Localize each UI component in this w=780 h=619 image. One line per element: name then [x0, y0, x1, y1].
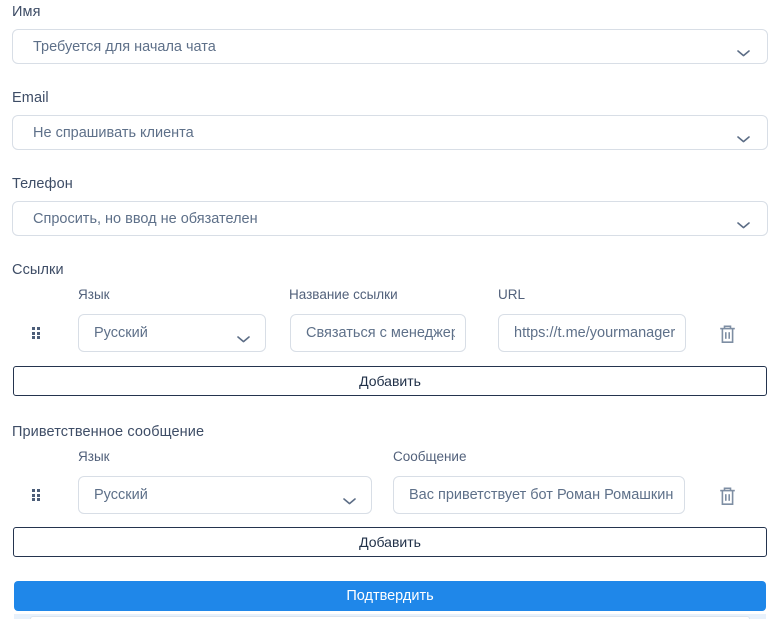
chevron-down-icon — [737, 44, 750, 62]
welcome-row-drag-area[interactable] — [32, 489, 40, 501]
links-language-column-label: Язык — [78, 287, 110, 302]
welcome-language-column-label: Язык — [78, 449, 110, 464]
email-policy-value: Не спрашивать клиента — [33, 125, 194, 141]
link-row-delete-button[interactable] — [719, 325, 736, 344]
welcome-message-column-label: Сообщение — [393, 449, 466, 464]
name-field-label: Имя — [12, 4, 41, 20]
welcome-language-value: Русский — [94, 487, 148, 503]
links-url-column-label: URL — [498, 287, 525, 302]
name-policy-value: Требуется для начала чата — [33, 39, 216, 55]
links-name-column-label: Название ссылки — [289, 287, 398, 302]
link-row-drag-area[interactable] — [32, 327, 40, 339]
links-section-title: Ссылки — [12, 262, 64, 278]
link-url-input[interactable] — [498, 314, 686, 352]
link-language-select[interactable]: Русский — [78, 314, 266, 352]
email-policy-select[interactable]: Не спрашивать клиента — [12, 115, 768, 150]
chevron-down-icon — [343, 492, 356, 510]
submit-button[interactable]: Подтвердить — [14, 581, 766, 611]
link-name-input[interactable] — [290, 314, 466, 352]
drag-handle-icon — [32, 327, 40, 339]
welcome-message-input[interactable] — [393, 476, 685, 514]
welcome-add-button[interactable]: Добавить — [13, 527, 767, 557]
chevron-down-icon — [737, 216, 750, 234]
phone-policy-select[interactable]: Спросить, но ввод не обязателен — [12, 201, 768, 236]
email-field-label: Email — [12, 90, 49, 106]
link-language-value: Русский — [94, 325, 148, 341]
chevron-down-icon — [237, 330, 250, 348]
welcome-section-title: Приветственное сообщение — [12, 424, 204, 440]
trash-icon — [719, 332, 736, 347]
name-policy-select[interactable]: Требуется для начала чата — [12, 29, 768, 64]
links-add-button[interactable]: Добавить — [13, 366, 767, 396]
drag-handle-icon — [32, 489, 40, 501]
phone-field-label: Телефон — [12, 176, 73, 192]
trash-icon — [719, 494, 736, 509]
welcome-language-select[interactable]: Русский — [78, 476, 372, 514]
phone-policy-value: Спросить, но ввод не обязателен — [33, 211, 258, 227]
welcome-row-delete-button[interactable] — [719, 487, 736, 506]
chevron-down-icon — [737, 130, 750, 148]
